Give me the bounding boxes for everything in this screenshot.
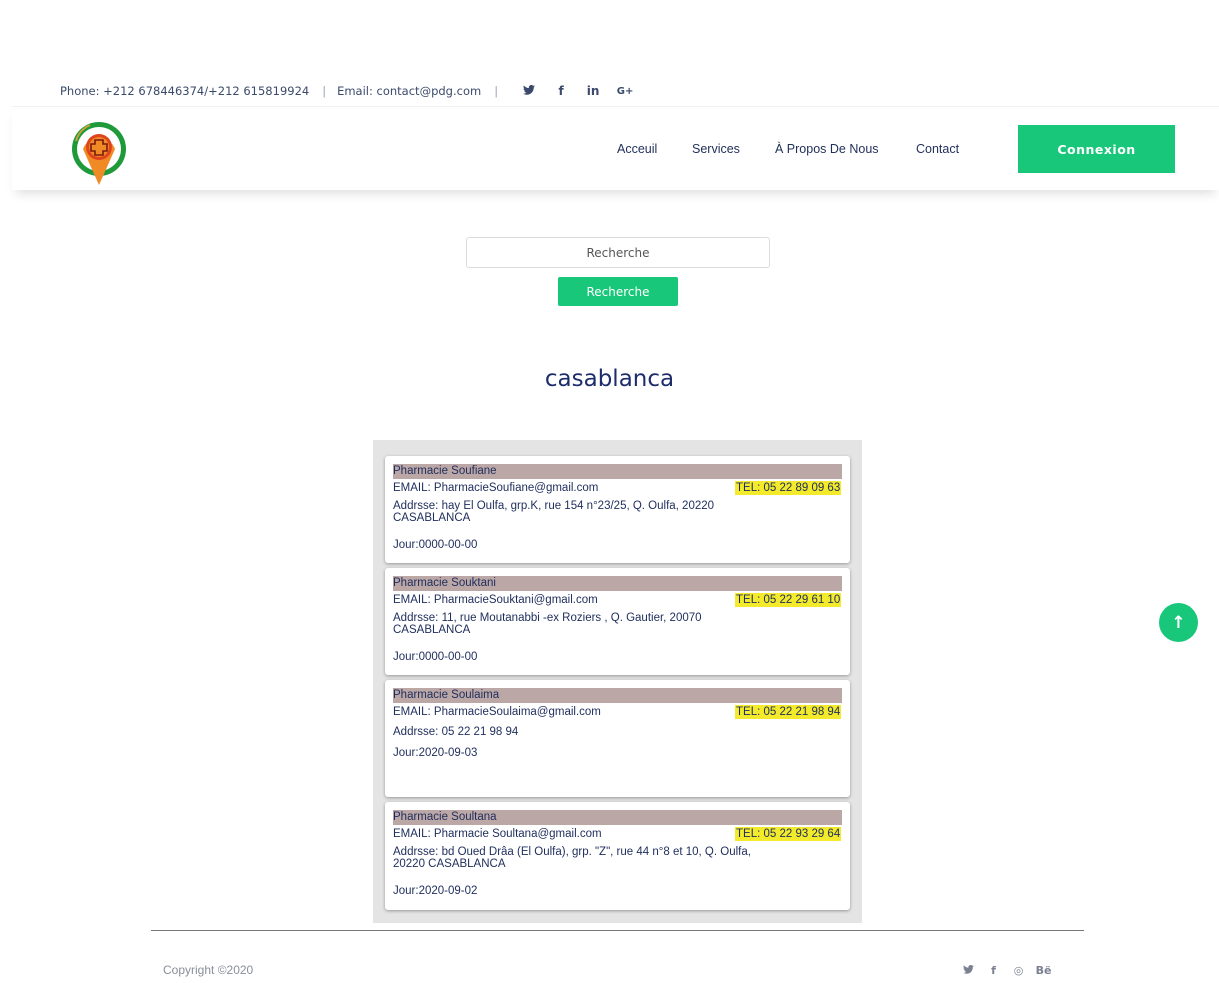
pharmacy-address: Addrsse: 11, rue Moutanabbi -ex Roziers … (393, 612, 702, 636)
dribbble-icon[interactable]: ◎ (1006, 964, 1031, 977)
pharmacy-address: Addrsse: hay El Oulfa, grp.K, rue 154 n°… (393, 500, 715, 524)
top-social-links: f in G+ (513, 84, 641, 98)
twitter-icon[interactable] (956, 964, 981, 977)
pharmacy-email: EMAIL: Pharmacie Soultana@gmail.com (393, 828, 602, 840)
pharmacy-card: Pharmacie Soulaima EMAIL: PharmacieSoula… (385, 680, 850, 797)
city-title: casablanca (544, 366, 675, 392)
pharmacy-name: Pharmacie Soufiane (393, 464, 842, 479)
footer-divider (151, 930, 1084, 931)
pharmacy-name: Pharmacie Soultana (393, 810, 842, 825)
separator: | (322, 84, 327, 98)
pharmacy-card: Pharmacie Soultana EMAIL: Pharmacie Soul… (385, 802, 850, 910)
separator: | (494, 84, 499, 98)
scroll-to-top-button[interactable]: ↑ (1159, 603, 1198, 642)
nav-contact[interactable]: Contact (916, 142, 959, 156)
top-contact-bar: Phone: +212 678446374/+212 615819924 | E… (60, 83, 641, 99)
search-input[interactable] (466, 237, 770, 268)
linkedin-icon[interactable]: in (577, 84, 609, 98)
pharmacy-tel: TEL: 05 22 29 61 10 (735, 593, 842, 607)
pharmacy-email: EMAIL: PharmacieSoulaima@gmail.com (393, 706, 601, 718)
site-header: Acceuil Services À Propos De Nous Contac… (12, 106, 1219, 190)
pharmacy-name: Pharmacie Souktani (393, 576, 842, 591)
pharmacy-tel: TEL: 05 22 89 09 63 (735, 481, 842, 495)
copyright-text: Copyright ©2020 (163, 963, 254, 977)
pharmacy-date: Jour:0000-00-00 (393, 651, 478, 663)
pharmacy-address: Addrsse: bd Oued Drâa (El Oulfa), grp. "… (393, 846, 751, 870)
pharmacy-date: Jour:0000-00-00 (393, 539, 478, 551)
nav-acceuil[interactable]: Acceuil (617, 142, 657, 156)
pharmacy-card: Pharmacie Soufiane EMAIL: PharmacieSoufi… (385, 456, 850, 563)
pharmacy-email: EMAIL: PharmacieSoufiane@gmail.com (393, 482, 599, 494)
nav-a-propos[interactable]: À Propos De Nous (775, 142, 879, 156)
footer-social-links: f ◎ Bë (956, 964, 1056, 977)
email-text[interactable]: Email: contact@pdg.com (337, 84, 481, 98)
pharmacy-tel: TEL: 05 22 93 29 64 (735, 827, 842, 841)
google-plus-icon[interactable]: G+ (609, 86, 641, 97)
behance-icon[interactable]: Bë (1031, 964, 1056, 977)
pharmacy-date: Jour:2020-09-02 (393, 885, 478, 897)
pharmacy-results-panel: Pharmacie Soufiane EMAIL: PharmacieSoufi… (373, 440, 862, 923)
pharmacy-name: Pharmacie Soulaima (393, 688, 842, 703)
pharmacy-location-pin-icon[interactable] (70, 119, 132, 191)
pharmacy-card: Pharmacie Souktani EMAIL: PharmacieSoukt… (385, 568, 850, 675)
pharmacy-tel: TEL: 05 22 21 98 94 (735, 705, 842, 719)
pharmacy-email: EMAIL: PharmacieSouktani@gmail.com (393, 594, 598, 606)
facebook-icon[interactable]: f (545, 84, 577, 98)
search-button[interactable]: Recherche (558, 277, 678, 306)
arrow-up-icon: ↑ (1171, 612, 1186, 633)
pharmacy-date: Jour:2020-09-03 (393, 747, 478, 759)
pharmacy-address: Addrsse: 05 22 21 98 94 (393, 726, 519, 738)
twitter-icon[interactable] (513, 84, 545, 98)
phone-text: Phone: +212 678446374/+212 615819924 (60, 84, 310, 98)
facebook-icon[interactable]: f (981, 964, 1006, 977)
nav-services[interactable]: Services (692, 142, 740, 156)
connexion-button[interactable]: Connexion (1018, 125, 1175, 173)
